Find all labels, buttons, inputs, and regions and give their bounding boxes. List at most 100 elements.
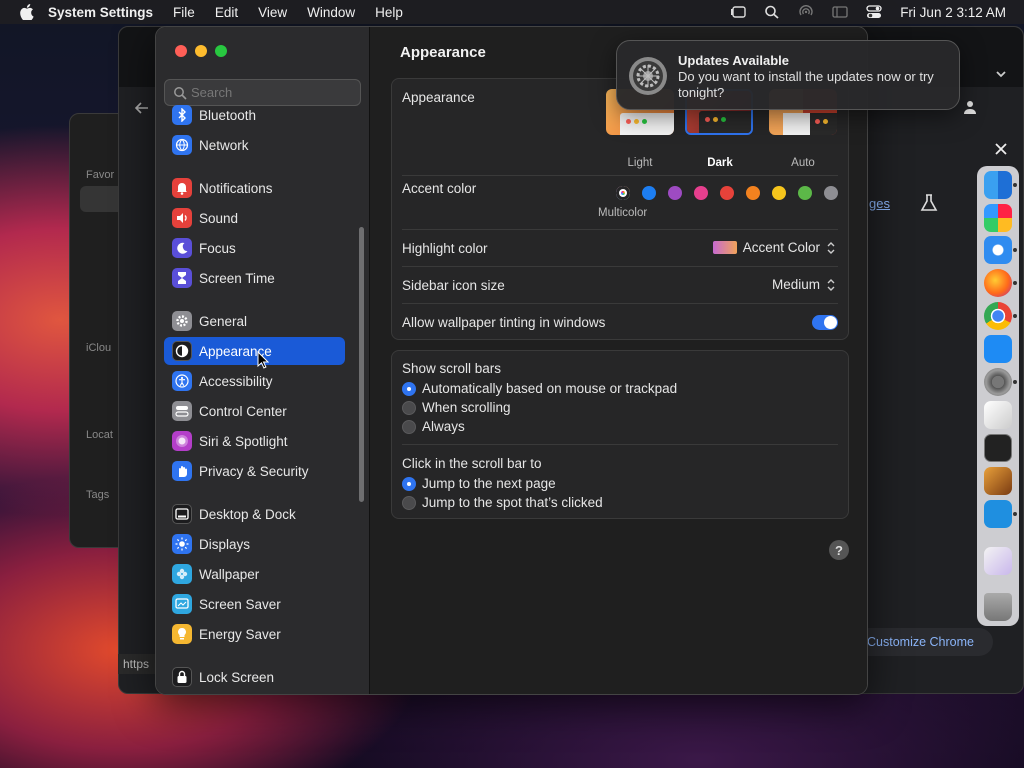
sidebar-item-privacy-security[interactable]: Privacy & Security [164,457,345,485]
sidebar-item-siri-spotlight[interactable]: Siri & Spotlight [164,427,345,455]
appearance-label: Appearance [402,90,475,105]
sidebar-item-wallpaper[interactable]: Wallpaper [164,560,345,588]
visual-studio-dock-icon[interactable] [984,547,1012,575]
hourglass-icon [172,268,192,288]
menu-app-name[interactable]: System Settings [48,5,153,20]
airplay-icon[interactable] [798,5,814,19]
globe-icon [172,135,192,155]
sidebar-item-displays[interactable]: Displays [164,530,345,558]
sidebar-item-label: General [199,313,248,329]
control-center-icon [172,401,192,421]
accent-swatch[interactable] [668,186,682,200]
sidebar-item-screen-time[interactable]: Screen Time [164,264,345,292]
accent-swatch[interactable] [642,186,656,200]
vscode-dock-icon[interactable] [984,500,1012,528]
speaker-icon [172,208,192,228]
scroll-bars-auto-radio[interactable]: Automatically based on mouse or trackpad [402,381,677,396]
help-button[interactable]: ? [829,540,849,560]
sidebar-item-notifications[interactable]: Notifications [164,174,345,202]
menu-view[interactable]: View [258,5,287,20]
menu-bar: System Settings File Edit View Window He… [0,0,1024,24]
wallpaper-tinting-toggle[interactable] [812,315,838,330]
minimize-window-button[interactable] [195,45,207,57]
system-settings-dock-icon[interactable] [984,368,1012,396]
profile-icon[interactable] [962,99,978,115]
finder-label: iClou [86,342,112,354]
sidebar-item-control-center[interactable]: Control Center [164,397,345,425]
spotlight-search-icon[interactable] [764,5,780,19]
sidebar-item-focus[interactable]: Focus [164,234,345,262]
terminal-dock-icon[interactable] [984,434,1012,462]
stage-manager-icon[interactable] [730,5,746,19]
customize-chrome-button[interactable]: Customize Chrome [855,628,993,656]
sidebar-item-lock-screen[interactable]: Lock Screen [164,663,345,691]
control-center-toggle-icon[interactable] [866,5,882,19]
sidebar-item-bluetooth[interactable]: Bluetooth [164,101,345,129]
accent-swatch[interactable] [798,186,812,200]
accent-swatch[interactable] [694,186,708,200]
jump-next-page-radio[interactable]: Jump to the next page [402,476,556,491]
menu-clock[interactable]: Fri Jun 2 3:12 AM [900,5,1006,20]
accent-swatch[interactable] [746,186,760,200]
sidebar-item-desktop-dock[interactable]: Desktop & Dock [164,500,345,528]
appearance-pane: Appearance Appearance Light Dark Auto Ac… [370,27,867,694]
accent-swatch[interactable] [772,186,786,200]
chevron-down-icon[interactable] [994,67,1008,81]
sidebar-item-accessibility[interactable]: Accessibility [164,367,345,395]
screen-saver-icon [172,594,192,614]
menu-file[interactable]: File [173,5,195,20]
apple-logo-icon[interactable] [20,4,34,20]
sidebar-scrollbar[interactable] [359,227,364,502]
sidebar-item-screen-saver[interactable]: Screen Saver [164,590,345,618]
labs-flask-icon[interactable] [919,193,939,213]
firefox-dock-icon[interactable] [984,269,1012,297]
running-indicator [1013,281,1017,285]
launchpad-dock-icon[interactable] [984,204,1012,232]
finder-label: Locat [86,429,113,441]
appearance-card: Appearance Light Dark Auto Accent color … [391,78,849,340]
safari-dock-icon[interactable] [984,236,1012,264]
scroll-bars-scrolling-radio[interactable]: When scrolling [402,400,511,415]
highlight-color-popup[interactable]: Accent Color [712,240,836,255]
sidebar-item-general[interactable]: General [164,307,345,335]
jump-to-spot-radio[interactable]: Jump to the spot that’s clicked [402,495,603,510]
menu-edit[interactable]: Edit [215,5,238,20]
click-scroll-bar-label: Click in the scroll bar to [402,456,542,471]
chrome-dock-icon[interactable] [984,302,1012,330]
chrome-link-fragment[interactable]: ges [869,196,890,211]
menu-window[interactable]: Window [307,5,355,20]
close-icon[interactable] [995,143,1007,155]
up-down-chevron-icon [827,278,835,291]
running-indicator [1013,248,1017,252]
sidebar-item-sound[interactable]: Sound [164,204,345,232]
lightbulb-icon [172,624,192,644]
scroll-bars-always-radio[interactable]: Always [402,419,465,434]
sidebar-item-appearance[interactable]: Appearance [164,337,345,365]
textedit-dock-icon[interactable] [984,401,1012,429]
sidebar-item-energy-saver[interactable]: Energy Saver [164,620,345,648]
highlight-color-label: Highlight color [402,241,488,256]
sidebar-icon-size-popup[interactable]: Medium [772,277,836,292]
back-arrow-icon[interactable] [135,101,149,115]
trash-dock-icon[interactable] [984,593,1012,621]
sidebar-item-network[interactable]: Network [164,131,345,159]
close-window-button[interactable] [175,45,187,57]
notification-body: Do you want to install the updates now o… [678,69,934,100]
dock [977,166,1019,626]
display-icon[interactable] [832,5,848,19]
sidebar-icon-size-label: Sidebar icon size [402,278,505,293]
accent-multicolor-swatch[interactable] [616,186,630,200]
accent-swatch[interactable] [720,186,734,200]
app-store-dock-icon[interactable] [984,335,1012,363]
update-notification[interactable]: Updates Available Do you want to install… [616,40,960,110]
radio-label: Jump to the spot that’s clicked [422,495,603,510]
zoom-window-button[interactable] [215,45,227,57]
accent-caption: Multicolor [598,207,648,219]
finder-dock-icon[interactable] [984,171,1012,199]
sidebar-item-label: Displays [199,536,251,552]
highlight-value: Accent Color [742,240,820,255]
menu-help[interactable]: Help [375,5,403,20]
instruments-dock-icon[interactable] [984,467,1012,495]
accent-swatch[interactable] [824,186,838,200]
sun-icon [172,534,192,554]
